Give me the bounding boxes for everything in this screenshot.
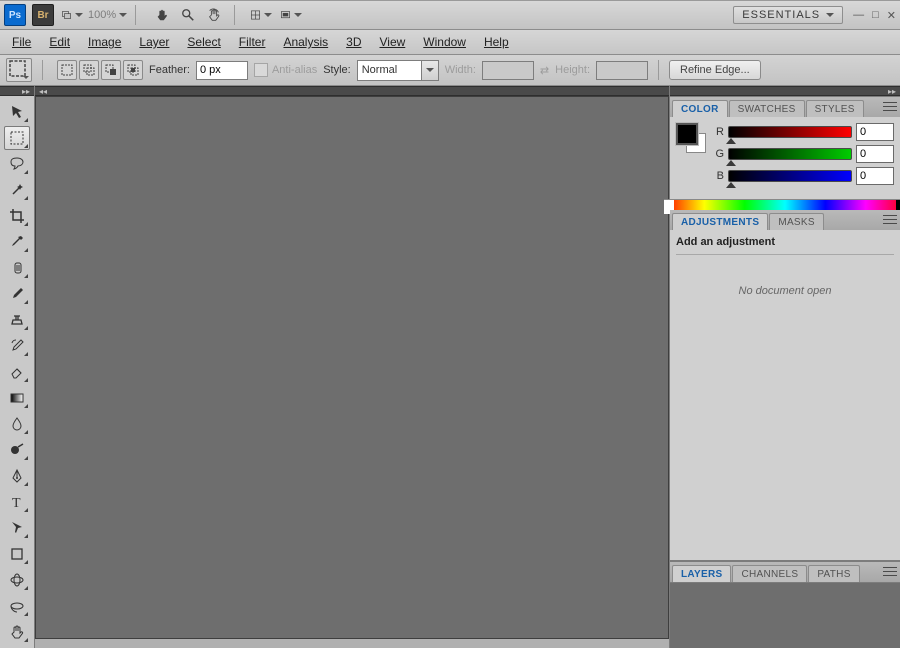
b-label: B <box>714 170 724 182</box>
workspace-switcher[interactable]: ESSENTIALS <box>733 6 843 24</box>
style-select[interactable]: Normal <box>357 60 439 81</box>
color-panel: COLOR SWATCHES STYLES R <box>670 96 900 209</box>
maximize-button[interactable]: □ <box>872 9 879 22</box>
menu-bar: File Edit Image Layer Select Filter Anal… <box>0 30 900 55</box>
menu-window[interactable]: Window <box>415 32 474 52</box>
foreground-color-swatch[interactable] <box>676 123 698 145</box>
intersect-selection-icon[interactable] <box>123 60 143 80</box>
gradient-tool-icon[interactable] <box>4 386 30 410</box>
zoom-tool-icon[interactable] <box>176 3 200 27</box>
adjustments-empty-message: No document open <box>676 285 894 297</box>
hand-tool-icon[interactable] <box>150 3 174 27</box>
new-selection-icon[interactable] <box>57 60 77 80</box>
adjustments-panel-menu-icon[interactable] <box>883 213 897 225</box>
clone-stamp-tool-icon[interactable] <box>4 308 30 332</box>
feather-label: Feather: <box>149 64 190 76</box>
color-panel-menu-icon[interactable] <box>883 100 897 112</box>
move-tool-icon[interactable] <box>4 100 30 124</box>
menu-file[interactable]: File <box>4 32 39 52</box>
svg-text:T: T <box>12 496 21 510</box>
feather-input[interactable] <box>196 61 248 80</box>
right-panels-collapse-bar[interactable]: ▸▸ <box>670 86 900 96</box>
dodge-tool-icon[interactable] <box>4 438 30 462</box>
marquee-tool-icon[interactable] <box>4 126 30 150</box>
application-bar: Ps Br 100% ESSENTIALS — □ ✕ <box>0 1 900 30</box>
arrange-documents-icon[interactable] <box>249 3 273 27</box>
width-label: Width: <box>445 64 476 76</box>
tool-preset-picker[interactable] <box>6 58 32 82</box>
menu-3d[interactable]: 3D <box>338 32 369 52</box>
antialias-checkbox: Anti-alias <box>254 63 317 77</box>
menu-edit[interactable]: Edit <box>41 32 78 52</box>
subtract-selection-icon[interactable] <box>101 60 121 80</box>
adjustments-heading: Add an adjustment <box>676 236 894 248</box>
canvas-area <box>35 96 669 639</box>
g-slider[interactable] <box>728 148 852 160</box>
tab-adjustments[interactable]: ADJUSTMENTS <box>672 213 768 230</box>
b-input[interactable] <box>856 167 894 185</box>
tab-color[interactable]: COLOR <box>672 100 728 117</box>
menu-view[interactable]: View <box>371 32 413 52</box>
layers-panel: LAYERS CHANNELS PATHS <box>670 561 900 583</box>
menu-analysis[interactable]: Analysis <box>275 32 336 52</box>
width-input <box>482 61 534 80</box>
menu-layer[interactable]: Layer <box>131 32 177 52</box>
fg-bg-swatches[interactable] <box>676 123 706 153</box>
menu-select[interactable]: Select <box>179 32 228 52</box>
photoshop-icon[interactable]: Ps <box>4 4 26 26</box>
screen-mode-icon[interactable] <box>279 3 303 27</box>
lasso-tool-icon[interactable] <box>4 152 30 176</box>
hand-tool-icon[interactable] <box>4 620 30 644</box>
layers-panel-body <box>670 583 900 648</box>
r-input[interactable] <box>856 123 894 141</box>
blur-tool-icon[interactable] <box>4 412 30 436</box>
brush-tool-icon[interactable] <box>4 282 30 306</box>
tab-channels[interactable]: CHANNELS <box>732 565 807 582</box>
r-slider[interactable] <box>728 126 852 138</box>
type-tool-icon[interactable]: T <box>4 490 30 514</box>
launch-minibridge-icon[interactable] <box>60 3 84 27</box>
swap-dimensions-icon: ⇄ <box>540 64 549 77</box>
shape-tool-icon[interactable] <box>4 542 30 566</box>
magic-wand-tool-icon[interactable] <box>4 178 30 202</box>
crop-tool-icon[interactable] <box>4 204 30 228</box>
tab-masks[interactable]: MASKS <box>769 213 824 230</box>
g-label: G <box>714 148 724 160</box>
tab-paths[interactable]: PATHS <box>808 565 859 582</box>
zoom-display[interactable]: 100% <box>88 9 127 21</box>
g-input[interactable] <box>856 145 894 163</box>
adjustments-panel: ADJUSTMENTS MASKS Add an adjustment No d… <box>670 209 900 561</box>
tab-layers[interactable]: LAYERS <box>672 565 731 582</box>
tools-panel: ▸▸ T <box>0 86 35 648</box>
eyedropper-tool-icon[interactable] <box>4 230 30 254</box>
menu-image[interactable]: Image <box>80 32 129 52</box>
tools-collapse-bar[interactable]: ▸▸ <box>0 86 34 96</box>
document-tabs-bar[interactable]: ◂◂ <box>35 86 669 96</box>
b-slider[interactable] <box>728 170 852 182</box>
history-brush-tool-icon[interactable] <box>4 334 30 358</box>
pen-tool-icon[interactable] <box>4 464 30 488</box>
close-button[interactable]: ✕ <box>887 9 896 22</box>
r-label: R <box>714 126 724 138</box>
menu-filter[interactable]: Filter <box>231 32 274 52</box>
3d-camera-tool-icon[interactable] <box>4 594 30 618</box>
3d-rotate-tool-icon[interactable] <box>4 568 30 592</box>
height-input <box>596 61 648 80</box>
options-bar: Feather: Anti-alias Style: Normal Width:… <box>0 55 900 86</box>
add-selection-icon[interactable] <box>79 60 99 80</box>
rotate-view-icon[interactable] <box>202 3 226 27</box>
right-panels: ▸▸ COLOR SWATCHES STYLES R <box>669 86 900 648</box>
tab-swatches[interactable]: SWATCHES <box>729 100 805 117</box>
refine-edge-button[interactable]: Refine Edge... <box>669 60 761 80</box>
eraser-tool-icon[interactable] <box>4 360 30 384</box>
healing-brush-tool-icon[interactable] <box>4 256 30 280</box>
bridge-icon[interactable]: Br <box>32 4 54 26</box>
menu-help[interactable]: Help <box>476 32 517 52</box>
path-selection-tool-icon[interactable] <box>4 516 30 540</box>
minimize-button[interactable]: — <box>853 9 864 22</box>
layers-panel-menu-icon[interactable] <box>883 565 897 577</box>
tab-styles[interactable]: STYLES <box>806 100 864 117</box>
style-label: Style: <box>323 64 351 76</box>
height-label: Height: <box>555 64 590 76</box>
